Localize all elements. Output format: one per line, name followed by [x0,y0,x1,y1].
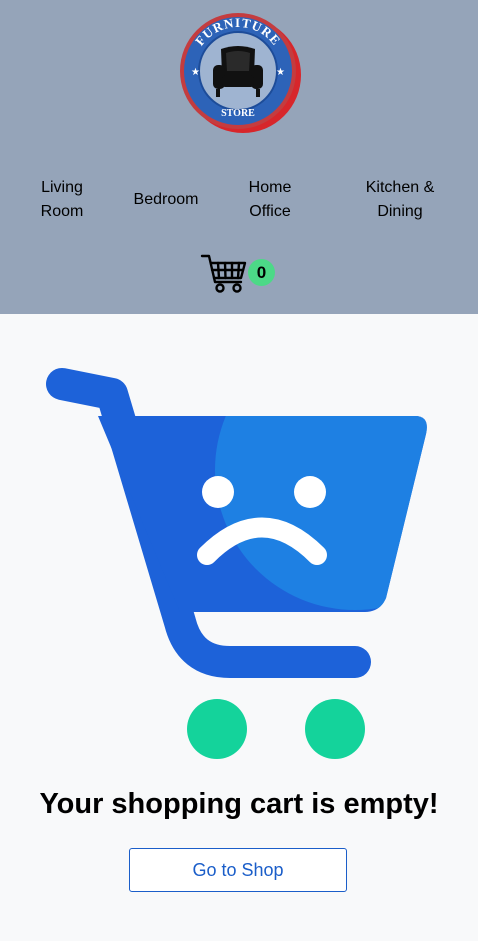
nav-item-living-room[interactable]: Living Room [22,176,102,224]
go-to-shop-button[interactable]: Go to Shop [129,848,347,892]
svg-text:★: ★ [191,67,200,78]
cart-button[interactable]: 0 [200,252,280,296]
nav-item-home-office[interactable]: Home Office [230,176,310,224]
nav-item-label: Living [41,179,83,196]
svg-text:STORE: STORE [221,108,255,119]
svg-text:★: ★ [276,67,285,78]
nav-item-bedroom[interactable]: Bedroom [122,188,210,212]
nav-item-label: Kitchen & [365,179,435,196]
nav-item-label: Office [249,203,291,220]
shopping-cart-icon [200,254,247,293]
store-logo[interactable]: FURNITURE STORE ★ ★ [180,13,302,135]
nav-item-label: Bedroom [133,191,199,208]
nav-item-kitchen-dining[interactable]: Kitchen & Dining [350,176,450,224]
site-header: FURNITURE STORE ★ ★ Living Room Bedroom [0,0,478,314]
sad-cart-illustration [40,360,440,770]
nav-item-label: Dining [377,203,423,220]
nav-item-label: Room [40,203,84,220]
nav-item-label: Home [248,179,292,196]
empty-cart-message: Your shopping cart is empty! [39,788,439,820]
armchair-logo-icon: FURNITURE STORE ★ ★ [180,13,301,133]
cart-count-badge: 0 [248,259,275,286]
